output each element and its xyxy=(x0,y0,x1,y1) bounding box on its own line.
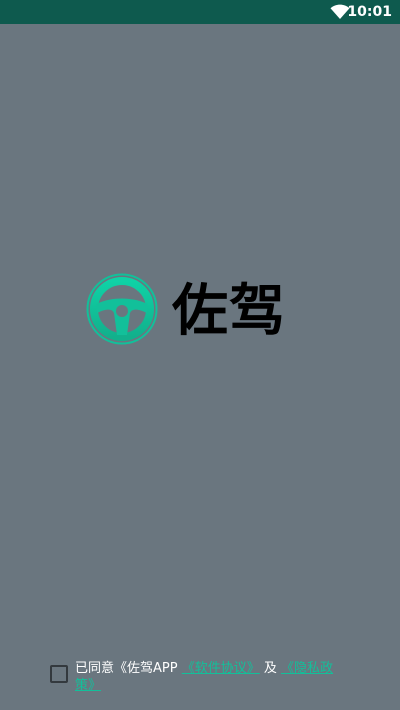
status-time: 10:01 xyxy=(347,4,392,20)
agreement-checkbox[interactable] xyxy=(50,665,68,683)
app-screen: 10:01 佐驾 已同意《佐驾APP 《软件协议》 及 《隐私政策》 xyxy=(0,0,400,710)
agreement-connector: 及 xyxy=(263,661,277,676)
agreement-text: 已同意《佐驾APP 《软件协议》 及 《隐私政策》 xyxy=(75,660,340,694)
agreement-prefix: 已同意《佐驾APP xyxy=(75,661,178,676)
status-bar: 10:01 xyxy=(0,0,400,24)
steering-wheel-icon xyxy=(86,273,158,345)
app-name: 佐驾 xyxy=(172,279,286,344)
software-agreement-link[interactable]: 《软件协议》 xyxy=(182,661,260,676)
agreement-row: 已同意《佐驾APP 《软件协议》 及 《隐私政策》 xyxy=(50,660,350,700)
splash-content: 佐驾 已同意《佐驾APP 《软件协议》 及 《隐私政策》 xyxy=(0,24,400,710)
